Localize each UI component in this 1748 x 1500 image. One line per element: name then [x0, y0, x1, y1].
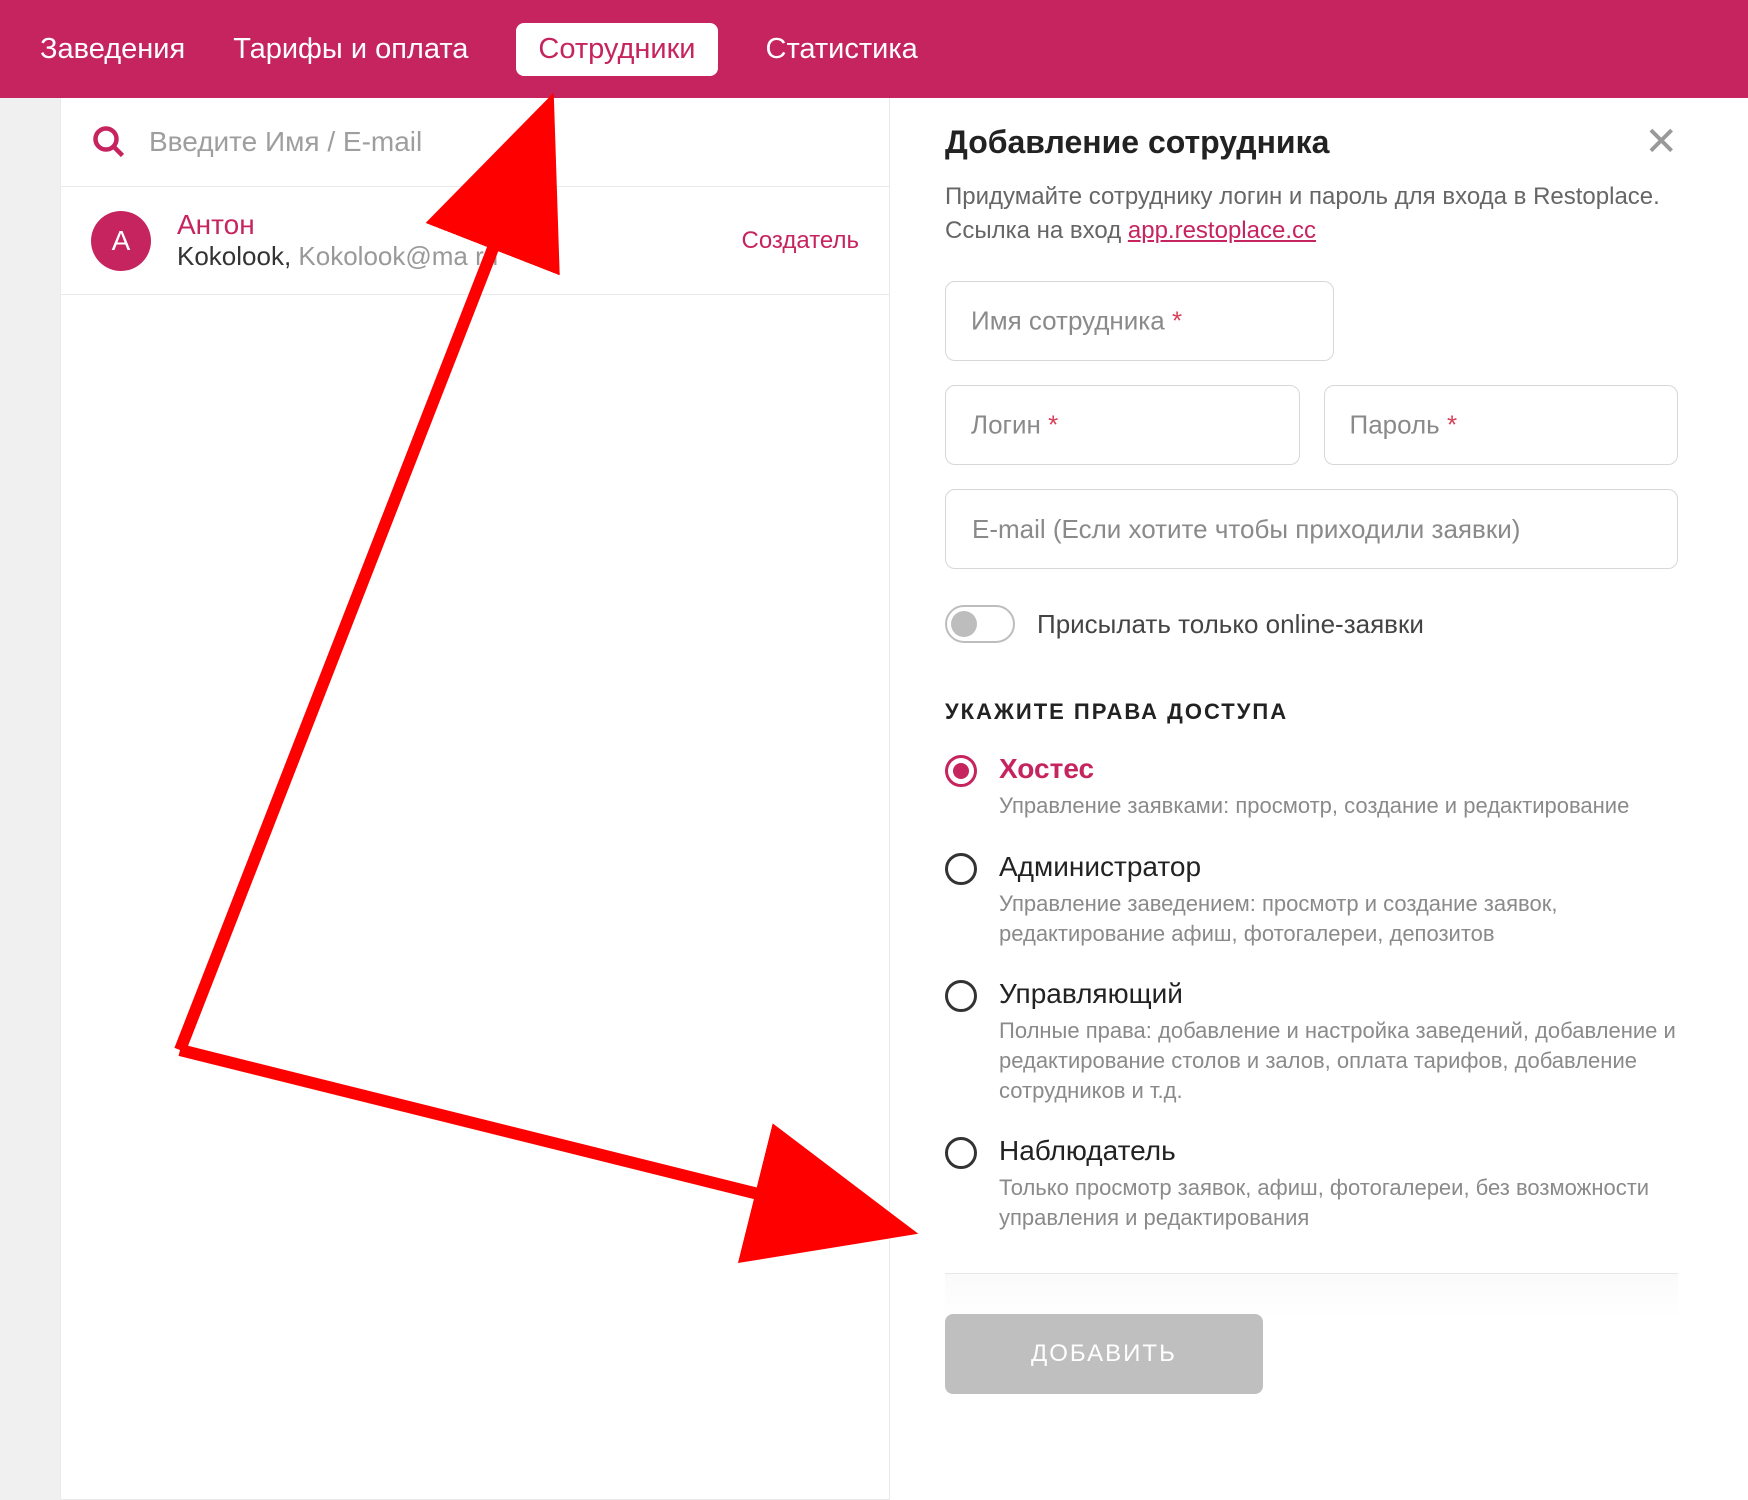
- employee-role-badge: Создатель: [742, 227, 860, 255]
- role-title: Администратор: [999, 851, 1678, 883]
- panel-desc-link[interactable]: app.restoplace.cc: [1128, 217, 1316, 244]
- online-only-toggle[interactable]: [945, 605, 1015, 643]
- bottom-bar: ДОБАВИТЬ: [945, 1273, 1678, 1424]
- search-input[interactable]: [149, 126, 859, 158]
- role-option-manager[interactable]: Управляющий Полные права: добавление и н…: [945, 978, 1678, 1105]
- close-icon[interactable]: ✕: [1644, 122, 1678, 162]
- online-only-label: Присылать только online-заявки: [1037, 609, 1424, 640]
- role-desc: Управление заведением: просмотр и создан…: [999, 889, 1678, 948]
- avatar: А: [91, 211, 151, 271]
- role-desc: Только просмотр заявок, афиш, фотогалере…: [999, 1173, 1678, 1232]
- role-desc: Полные права: добавление и настройка зав…: [999, 1016, 1678, 1105]
- role-option-observer[interactable]: Наблюдатель Только просмотр заявок, афиш…: [945, 1135, 1678, 1232]
- role-title: Наблюдатель: [999, 1135, 1678, 1167]
- roles-list: Хостес Управление заявками: просмотр, со…: [945, 753, 1678, 1233]
- employee-name-field[interactable]: [945, 281, 1334, 361]
- nav-item-employees[interactable]: Сотрудники: [516, 23, 717, 76]
- role-desc: Управление заявками: просмотр, создание …: [999, 791, 1678, 821]
- employee-list-panel: А Антон Kokolook, Kokolook@ma ru Создате…: [60, 98, 890, 1500]
- search-row: [61, 98, 889, 187]
- role-title: Хостес: [999, 753, 1678, 785]
- employee-row[interactable]: А Антон Kokolook, Kokolook@ma ru Создате…: [61, 187, 889, 295]
- role-option-admin[interactable]: Администратор Управление заведением: про…: [945, 851, 1678, 948]
- login-field[interactable]: [945, 385, 1300, 465]
- roles-section-title: УКАЖИТЕ ПРАВА ДОСТУПА: [945, 699, 1678, 725]
- radio-icon: [945, 980, 977, 1012]
- top-nav: Заведения Тарифы и оплата Сотрудники Ста…: [0, 0, 1748, 98]
- panel-title: Добавление сотрудника: [945, 124, 1329, 161]
- radio-icon: [945, 1137, 977, 1169]
- nav-item-stats[interactable]: Статистика: [766, 33, 918, 66]
- radio-icon: [945, 853, 977, 885]
- email-field[interactable]: [945, 489, 1678, 569]
- search-icon: [91, 124, 127, 160]
- password-field[interactable]: [1324, 385, 1679, 465]
- radio-icon: [945, 755, 977, 787]
- add-employee-panel: Добавление сотрудника ✕ Придумайте сотру…: [890, 98, 1748, 1500]
- employee-name: Антон: [177, 209, 716, 241]
- nav-item-venues[interactable]: Заведения: [40, 33, 185, 66]
- role-title: Управляющий: [999, 978, 1678, 1010]
- add-button[interactable]: ДОБАВИТЬ: [945, 1314, 1263, 1394]
- employee-email: Kokolook@ma ru: [298, 241, 498, 271]
- toggle-knob: [951, 611, 977, 637]
- employee-company: Kokolook,: [177, 241, 291, 271]
- employee-subline: Kokolook, Kokolook@ma ru: [177, 241, 716, 272]
- employee-info: Антон Kokolook, Kokolook@ma ru: [177, 209, 716, 272]
- panel-description: Придумайте сотруднику логин и пароль для…: [945, 180, 1678, 247]
- nav-item-tariffs[interactable]: Тарифы и оплата: [233, 33, 468, 66]
- role-option-hostess[interactable]: Хостес Управление заявками: просмотр, со…: [945, 753, 1678, 821]
